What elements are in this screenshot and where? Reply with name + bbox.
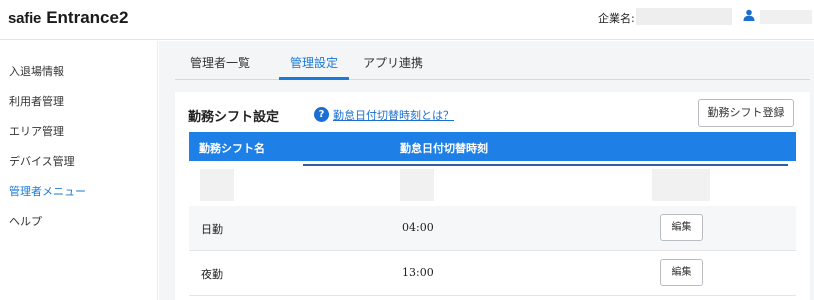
user-icon[interactable] [743,9,755,21]
sidebar: 入退場情報 利用者管理 エリア管理 デバイス管理 管理者メニュー ヘルプ [0,41,158,300]
tab-bar: 管理者一覧 管理設定 アプリ連携 [175,41,810,80]
help-link[interactable]: 勤怠日付切替時刻とは？ [333,107,454,123]
tab-admin-settings[interactable]: 管理設定 [290,54,338,71]
register-shift-button[interactable]: 勤務シフト登録 [698,99,794,127]
column-header-switch-time: 勤怠日付切替時刻 [400,142,488,155]
sidebar-item-area-management[interactable]: エリア管理 [9,123,64,139]
sidebar-item-admin-menu[interactable]: 管理者メニュー [9,183,86,199]
product-name: Entrance2 [46,8,129,27]
company-name-redacted [636,8,732,25]
sidebar-item-entry-info[interactable]: 入退場情報 [9,63,64,79]
tab-admin-list[interactable]: 管理者一覧 [190,54,250,71]
sidebar-item-help[interactable]: ヘルプ [9,213,42,229]
switch-time-cell: 04:00 [402,221,434,234]
shift-name-cell: 日勤 [201,223,223,236]
shift-table: 勤務シフト名 勤怠日付切替時刻 日勤 04:00 編集 夜勤 13:00 編集 [189,132,796,300]
shift-settings-panel: 勤務シフト設定 ? 勤怠日付切替時刻とは？ 勤務シフト登録 勤務シフト名 勤怠日… [175,92,810,300]
table-row: 日勤 04:00 編集 [189,206,796,251]
table-row: 夜勤 13:00 編集 [189,251,796,296]
switch-time-cell: 13:00 [402,266,434,279]
main-content: 管理者一覧 管理設定 アプリ連携 勤務シフト設定 ? 勤怠日付切替時刻とは？ 勤… [159,41,814,300]
filter-row [189,161,796,206]
company-label: 企業名: [598,12,635,25]
filter-input-time-redacted[interactable] [400,169,434,201]
section-title: 勤務シフト設定 [188,110,280,125]
app-header: safie Entrance2 企業名: [0,0,814,40]
filter-button-redacted[interactable] [652,169,710,201]
edit-button[interactable]: 編集 [660,214,703,241]
table-header: 勤務シフト名 勤怠日付切替時刻 [189,132,796,161]
shift-name-cell: 夜勤 [201,268,223,281]
sidebar-item-device-management[interactable]: デバイス管理 [9,153,75,169]
sidebar-item-user-management[interactable]: 利用者管理 [9,93,64,109]
help-circle-icon[interactable]: ? [314,107,329,122]
edit-button[interactable]: 編集 [660,259,703,286]
user-name-redacted[interactable] [760,10,812,24]
filter-divider [303,164,788,166]
active-tab-indicator [279,77,349,80]
app-logo[interactable]: safie Entrance2 [8,8,128,28]
brand-logo: safie [8,10,42,27]
column-header-shift-name: 勤務シフト名 [199,142,265,155]
filter-input-name-redacted[interactable] [200,169,234,201]
tab-app-integration[interactable]: アプリ連携 [363,54,423,71]
